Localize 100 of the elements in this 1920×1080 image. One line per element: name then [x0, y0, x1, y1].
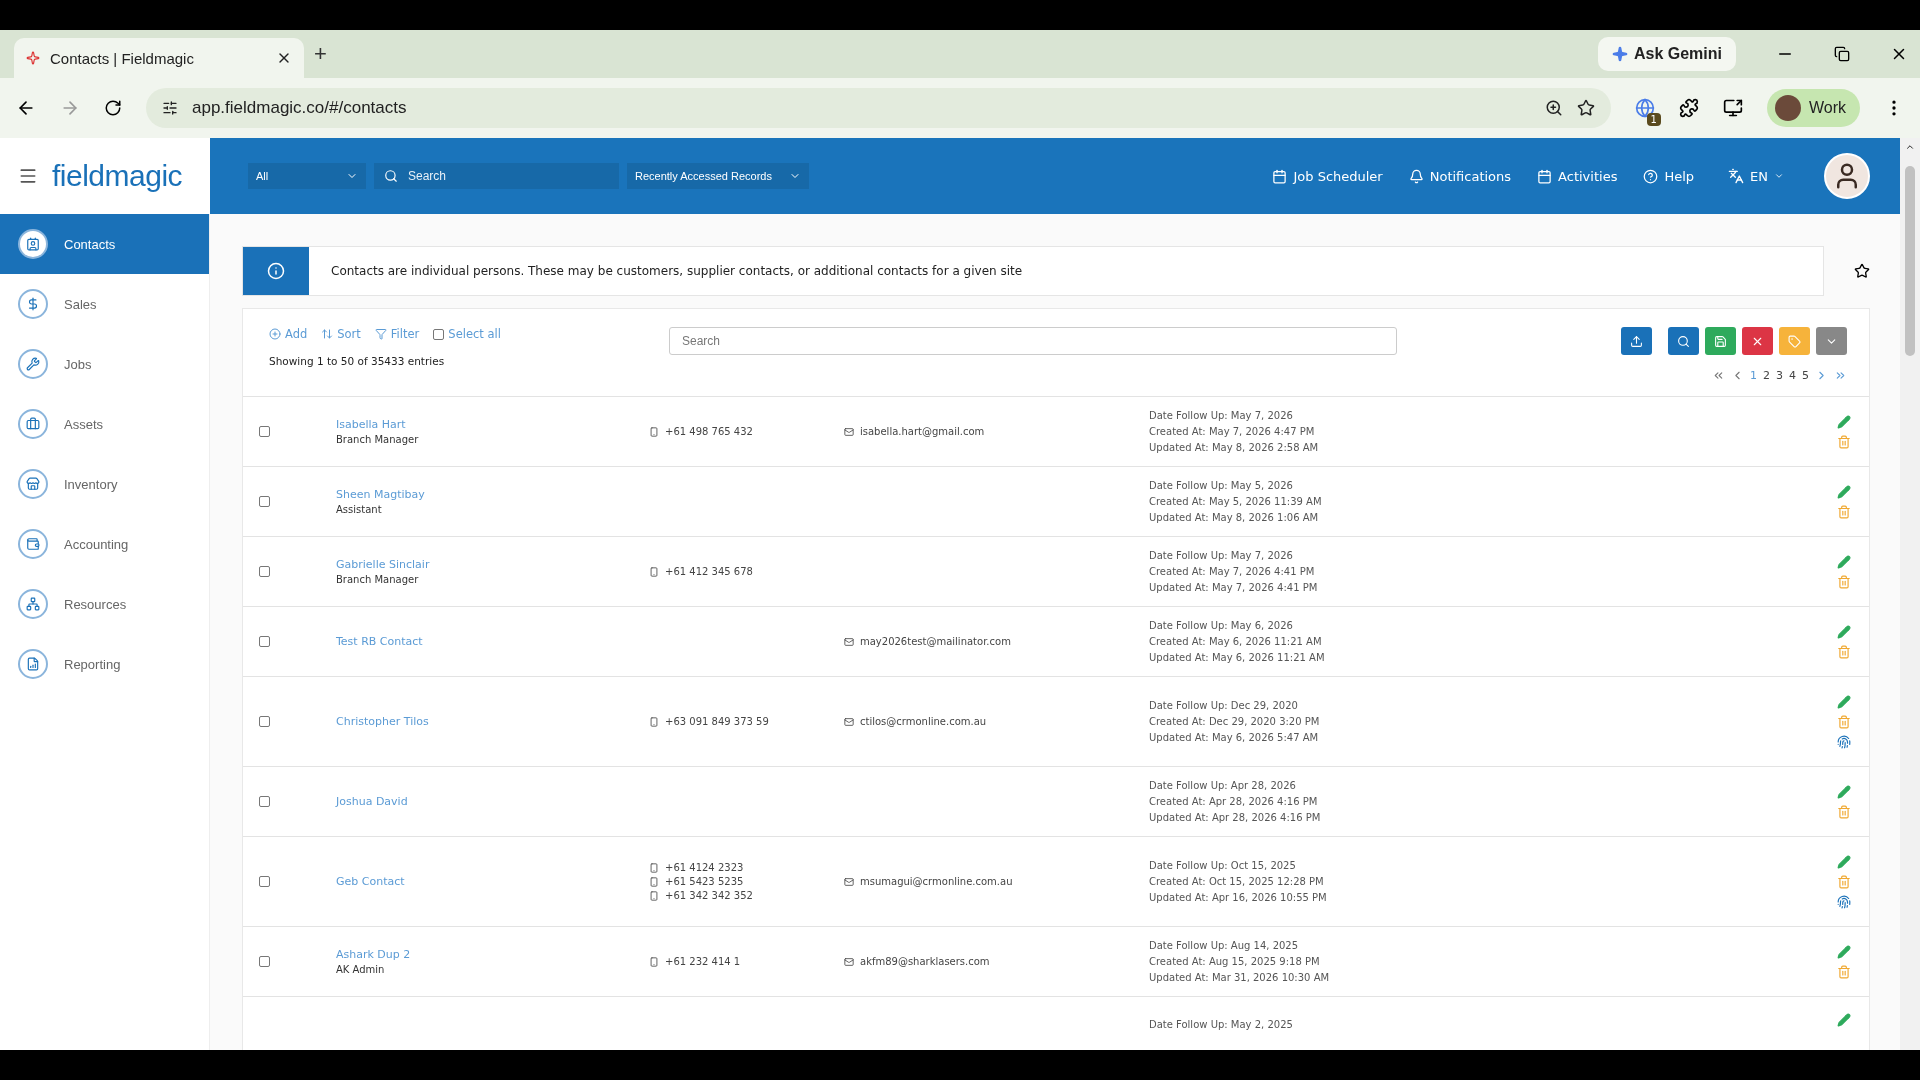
page-link[interactable]: 4	[1789, 369, 1796, 382]
save-button[interactable]	[1705, 327, 1736, 355]
created-date: Created At: May 7, 2026 4:47 PM	[1149, 424, 1316, 439]
select-all-checkbox[interactable]	[433, 328, 445, 340]
contact-name-link[interactable]: Christopher Tilos	[336, 715, 649, 728]
row-checkbox[interactable]	[259, 796, 270, 807]
recent-records-dropdown[interactable]: Recently Accessed Records	[627, 163, 809, 189]
browser-tab[interactable]: Contacts | Fieldmagic	[14, 38, 304, 78]
follow-up-date: Date Follow Up: May 7, 2026	[1149, 548, 1294, 563]
page-link[interactable]: 1	[1750, 369, 1757, 382]
upload-button[interactable]	[1621, 327, 1652, 355]
zoom-icon[interactable]	[1544, 99, 1563, 117]
nav-link[interactable]: Activities	[1537, 168, 1618, 184]
row-checkbox[interactable]	[259, 496, 270, 507]
row-checkbox[interactable]	[259, 956, 270, 967]
updated-date: Updated At: Apr 16, 2026 10:55 PM	[1149, 890, 1328, 905]
close-button[interactable]	[1742, 327, 1773, 355]
language-selector[interactable]: EN	[1728, 168, 1784, 184]
sidebar-item[interactable]: Reporting	[0, 634, 209, 694]
bookmark-star-icon[interactable]	[1576, 99, 1595, 117]
contact-name-link[interactable]: Gabrielle Sinclair	[336, 558, 649, 571]
edit-pencil-icon[interactable]	[1837, 554, 1851, 569]
row-checkbox[interactable]	[259, 636, 270, 647]
sidebar-item[interactable]: Sales	[0, 274, 209, 334]
sidebar-item[interactable]: Inventory	[0, 454, 209, 514]
toolbar-link[interactable]: Sort	[321, 327, 361, 341]
edit-pencil-icon[interactable]	[1837, 854, 1851, 869]
new-tab-button[interactable]: +	[314, 41, 327, 67]
site-settings-icon[interactable]	[162, 100, 178, 116]
last-page-icon[interactable]	[1834, 369, 1847, 382]
email-address: may2026test@mailinator.com	[860, 636, 1011, 647]
page-link[interactable]: 2	[1763, 369, 1770, 382]
page-link[interactable]: 5	[1802, 369, 1809, 382]
phone-number: +61 498 765 432	[665, 426, 753, 437]
updated-date: Updated At: May 6, 2026 5:47 AM	[1149, 730, 1320, 745]
search-button[interactable]	[1668, 327, 1699, 355]
contact-name-link[interactable]: Geb Contact	[336, 875, 649, 888]
edit-pencil-icon[interactable]	[1837, 694, 1851, 709]
row-checkbox[interactable]	[259, 566, 270, 577]
sidebar-item[interactable]: Accounting	[0, 514, 209, 574]
contact-role: Assistant	[336, 504, 383, 515]
edit-pencil-icon[interactable]	[1837, 414, 1851, 429]
search-icon	[384, 169, 398, 183]
wallet-icon	[18, 529, 48, 559]
sidebar-item[interactable]: Assets	[0, 394, 209, 454]
star-icon[interactable]	[1854, 263, 1870, 279]
select-all-link[interactable]: Select all	[433, 327, 501, 341]
sidebar-item[interactable]: Contacts	[0, 214, 209, 274]
contact-card-icon	[18, 229, 48, 259]
first-page-icon[interactable]	[1712, 369, 1725, 382]
contact-name-link[interactable]: Ashark Dup 2	[336, 948, 649, 961]
sparkle-icon	[26, 51, 40, 65]
scrollbar-thumb[interactable]	[1905, 166, 1915, 356]
edit-pencil-icon[interactable]	[1837, 784, 1851, 799]
scroll-up-icon[interactable]	[1905, 142, 1915, 152]
screen-share-icon[interactable]	[1722, 98, 1743, 118]
row-checkbox[interactable]	[259, 426, 270, 437]
search-field[interactable]: Search	[374, 163, 619, 189]
sidebar-item[interactable]: Resources	[0, 574, 209, 634]
scope-dropdown[interactable]: All	[248, 163, 366, 189]
phone-number: +61 232 414 1	[665, 956, 741, 967]
toolbar-link[interactable]: Filter	[374, 327, 420, 341]
profile-button[interactable]: Work	[1766, 89, 1860, 127]
edit-pencil-icon[interactable]	[1837, 484, 1851, 499]
user-avatar[interactable]	[1824, 153, 1870, 199]
contact-name-link[interactable]: Joshua David	[336, 795, 649, 808]
contact-name-link[interactable]: Isabella Hart	[336, 418, 649, 431]
search-field[interactable]: Search	[669, 327, 1397, 355]
contact-name-link[interactable]: Test RB Contact	[336, 635, 649, 648]
calendar-icon	[1272, 168, 1288, 184]
created-date: Created At: Apr 28, 2026 4:16 PM	[1149, 794, 1319, 809]
nav-link[interactable]: Notifications	[1408, 168, 1512, 184]
phone-number: +61 342 342 352	[665, 890, 753, 901]
follow-up-date: Date Follow Up: May 7, 2026	[1149, 408, 1294, 423]
fingerprint-icon[interactable]	[1837, 734, 1851, 749]
row-checkbox[interactable]	[259, 716, 270, 727]
toolbar-link[interactable]: Add	[269, 327, 308, 341]
phone-icon	[649, 426, 659, 437]
nav-link[interactable]: Help	[1643, 168, 1695, 184]
page-link[interactable]: 3	[1776, 369, 1783, 382]
restore-icon[interactable]	[1834, 46, 1850, 62]
wrench-icon	[18, 349, 48, 379]
network-icon	[18, 589, 48, 619]
edit-pencil-icon[interactable]	[1837, 1013, 1851, 1027]
puzzle-icon[interactable]	[1678, 98, 1699, 118]
created-date: Created At: Dec 29, 2020 3:20 PM	[1149, 714, 1321, 729]
logo: fieldmagic	[52, 159, 183, 193]
contact-name-link[interactable]: Sheen Magtibay	[336, 488, 649, 501]
reload-icon[interactable]	[104, 99, 122, 117]
ask-gemini-button[interactable]: Ask Gemini	[1597, 37, 1736, 71]
edit-pencil-icon[interactable]	[1837, 624, 1851, 639]
sidebar-item[interactable]: Jobs	[0, 334, 209, 394]
nav-link[interactable]: Job Scheduler	[1272, 168, 1383, 184]
row-checkbox[interactable]	[259, 876, 270, 887]
phone-number: +61 412 345 678	[665, 566, 753, 577]
follow-up-date: Date Follow Up: May 2, 2025	[1149, 1018, 1294, 1032]
edit-pencil-icon[interactable]	[1837, 944, 1851, 959]
menu-icon[interactable]	[18, 166, 38, 186]
updated-date: Updated At: May 8, 2026 2:58 AM	[1149, 440, 1320, 455]
fingerprint-icon[interactable]	[1837, 894, 1851, 909]
